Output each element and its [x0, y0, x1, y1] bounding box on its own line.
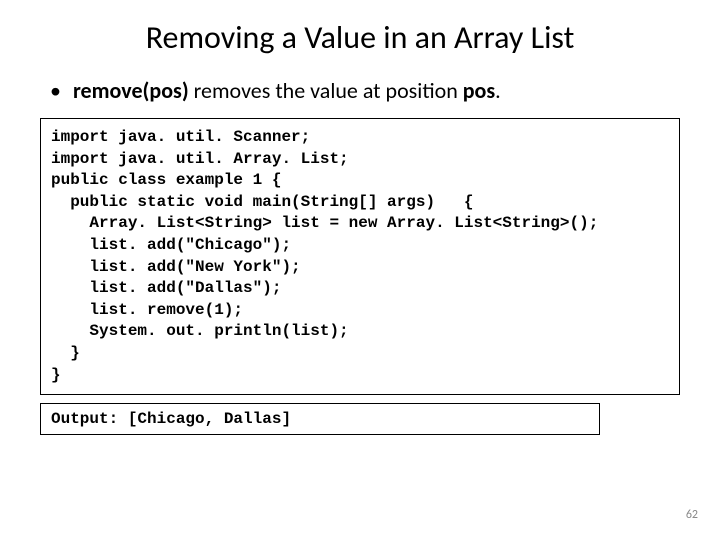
- output-block: Output: [Chicago, Dallas]: [40, 403, 600, 435]
- code-line: import java. util. Array. List;: [51, 149, 669, 171]
- bullet-dot: •: [50, 77, 61, 104]
- code-line: public static void main(String[] args) {: [51, 192, 669, 214]
- code-line: list. remove(1);: [51, 300, 669, 322]
- bullet-item: • remove(pos) removes the value at posit…: [50, 77, 680, 104]
- code-line: System. out. println(list);: [51, 321, 669, 343]
- code-line: list. add("Chicago");: [51, 235, 669, 257]
- code-line: import java. util. Scanner;: [51, 127, 669, 149]
- code-block: import java. util. Scanner; import java.…: [40, 118, 680, 395]
- bullet-text: remove(pos) removes the value at positio…: [73, 77, 501, 104]
- bullet-plain-2: .: [495, 77, 501, 104]
- code-line: }: [51, 365, 669, 387]
- code-line: public class example 1 {: [51, 170, 669, 192]
- bullet-bold-1: remove(pos): [73, 77, 189, 104]
- code-line: }: [51, 343, 669, 365]
- code-line: list. add("Dallas");: [51, 278, 669, 300]
- slide-title: Removing a Value in an Array List: [40, 18, 680, 57]
- code-line: Array. List<String> list = new Array. Li…: [51, 213, 669, 235]
- code-line: list. add("New York");: [51, 257, 669, 279]
- page-number: 62: [686, 508, 698, 522]
- bullet-plain-1: removes the value at position: [189, 77, 463, 104]
- bullet-bold-2: pos: [463, 77, 495, 104]
